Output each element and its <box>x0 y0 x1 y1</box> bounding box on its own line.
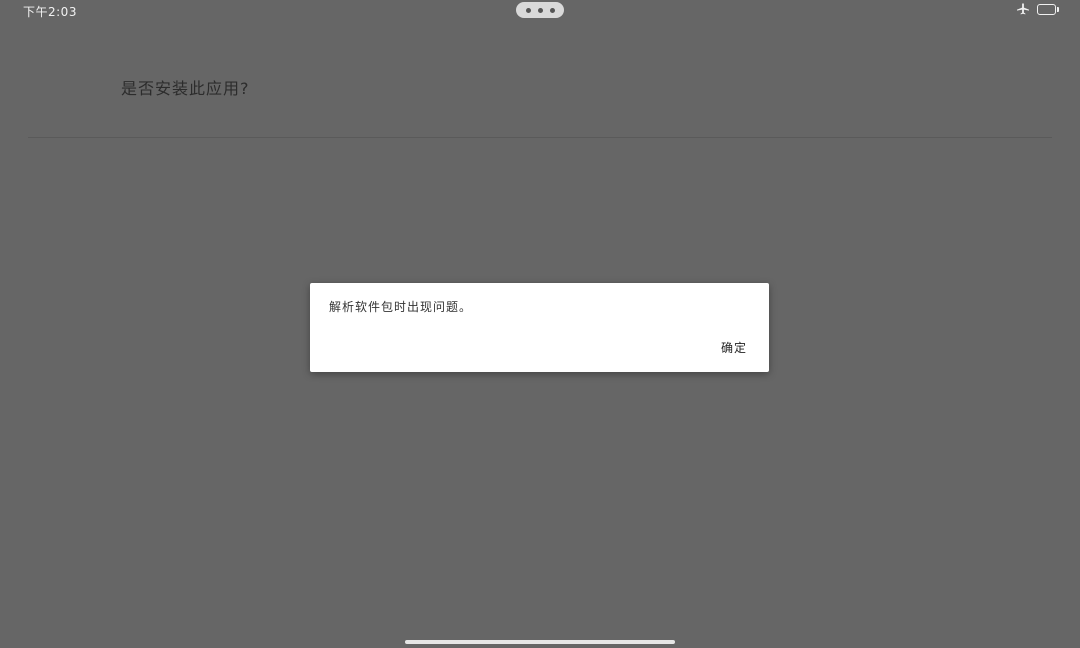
screen: 下午2:03 33 是否安装此应用? 解析软件包时出现问题。 确定 <box>0 0 1080 648</box>
battery-icon: 33 <box>1037 3 1059 15</box>
dot-icon <box>537 7 543 13</box>
status-indicators: 33 <box>1016 3 1059 15</box>
dot-icon <box>549 7 555 13</box>
dot-icon <box>525 7 531 13</box>
error-dialog: 解析软件包时出现问题。 确定 <box>310 283 769 372</box>
divider <box>28 137 1052 138</box>
dialog-message: 解析软件包时出现问题。 <box>329 300 473 314</box>
home-indicator[interactable] <box>405 640 675 644</box>
ok-button[interactable]: 确定 <box>721 339 747 356</box>
airplane-icon <box>1016 3 1030 15</box>
status-time: 下午2:03 <box>23 5 77 19</box>
battery-label: 33 <box>1042 5 1051 13</box>
multitask-menu-button[interactable] <box>516 2 564 18</box>
page-title: 是否安装此应用? <box>121 79 250 98</box>
